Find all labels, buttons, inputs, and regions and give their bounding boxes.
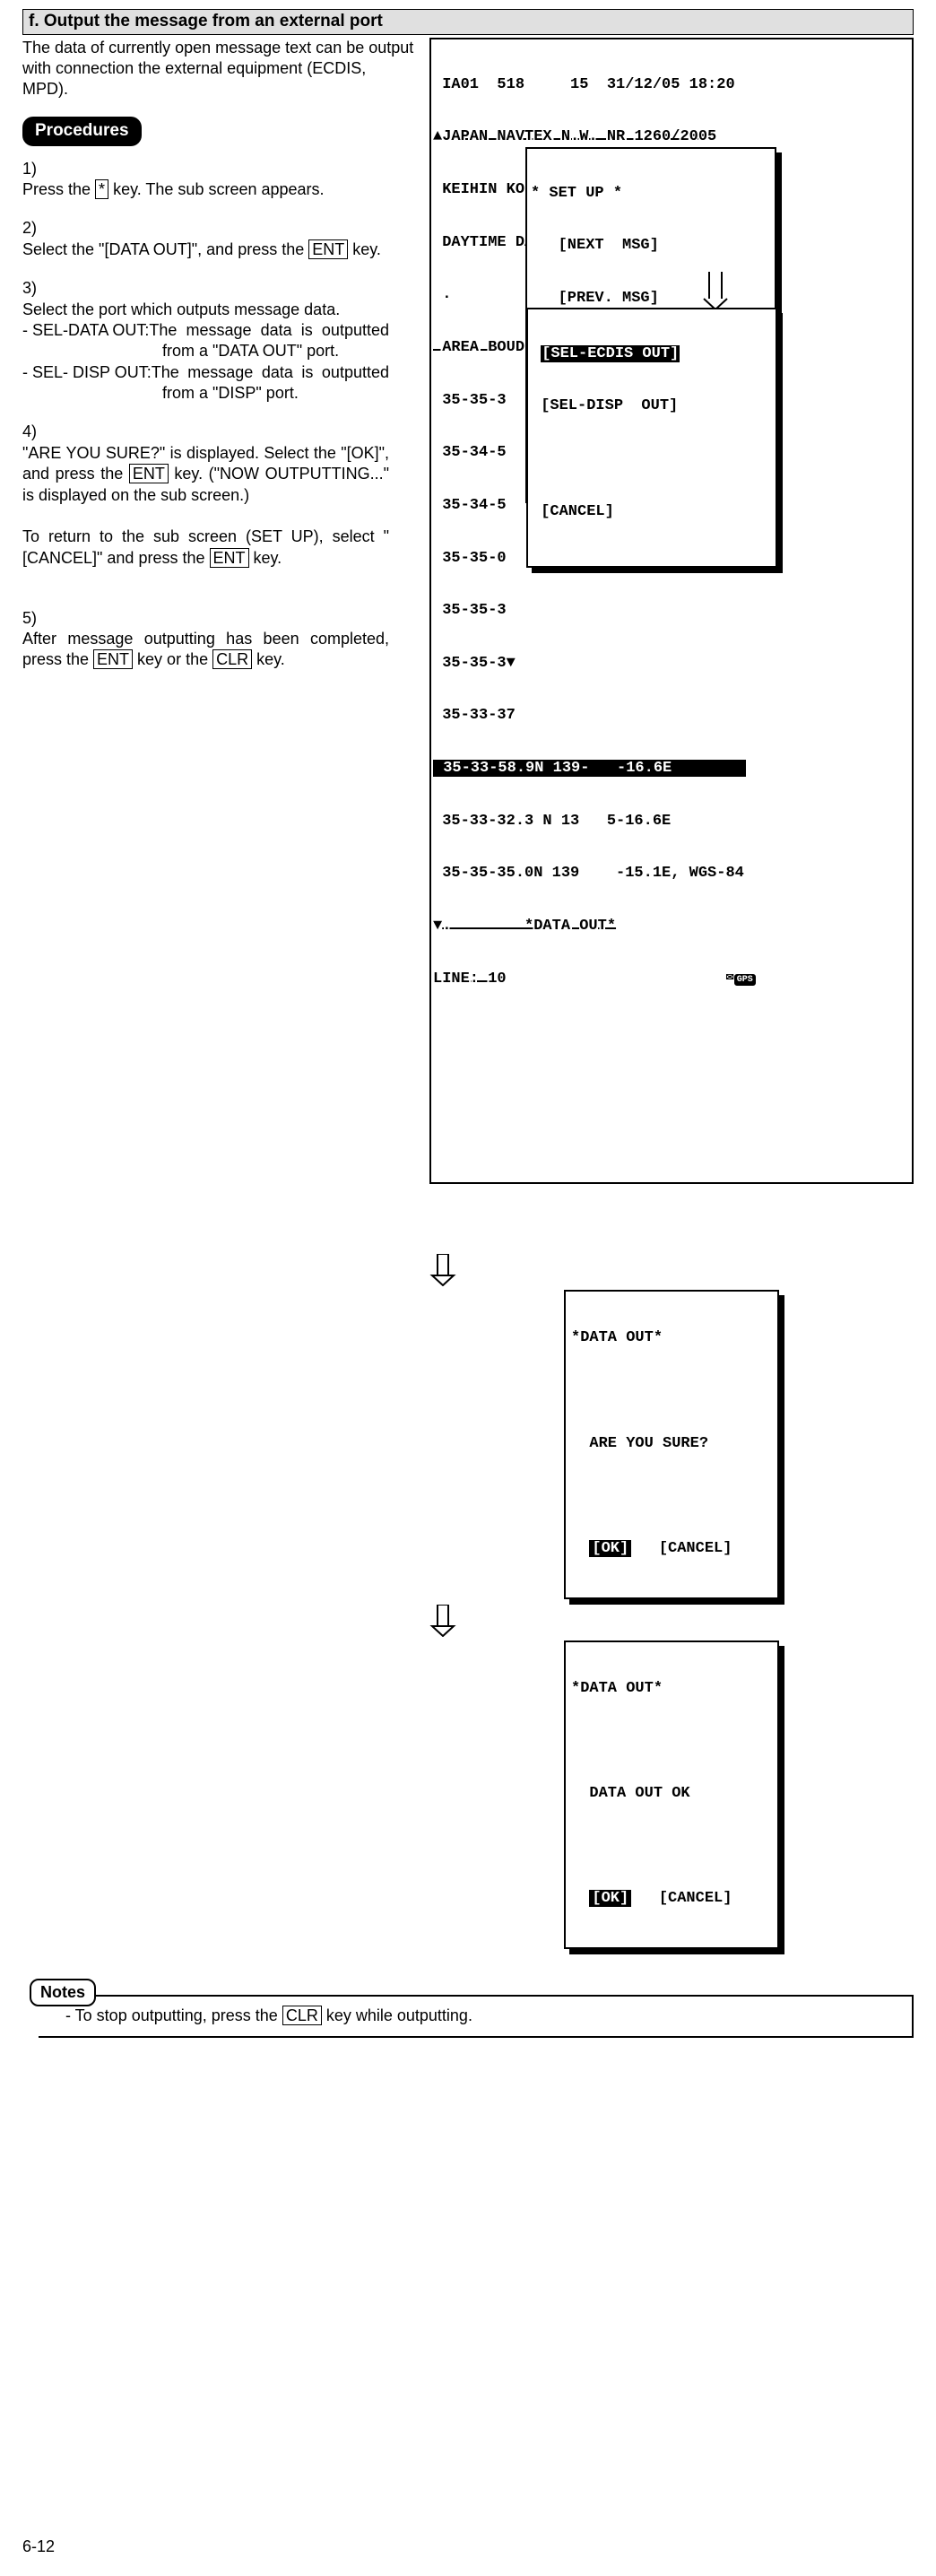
- clr-key-5: CLR: [212, 649, 252, 669]
- coord-7: 35-33-37: [433, 707, 912, 725]
- footer-1: . *DATA OUT*: [442, 918, 616, 935]
- sel-disp-out-text2: from a "DISP" port.: [22, 383, 389, 404]
- intro-text-1: The data of currently open message text …: [22, 38, 416, 58]
- step-5: 5) After message outputting has been com…: [22, 608, 416, 671]
- step-1: 1) Press the * key. The sub screen appea…: [22, 159, 416, 201]
- dialog2-title: *DATA OUT*: [571, 1680, 772, 1698]
- section-header: f. Output the message from an external p…: [22, 9, 914, 35]
- step-2: 2) Select the "[DATA OUT]", and press th…: [22, 218, 416, 260]
- sel-disp-out-text1: The message data is outputted: [152, 362, 389, 383]
- sel-data-out-label: - SEL-DATA OUT:: [22, 320, 149, 341]
- step-5-num: 5): [22, 608, 46, 629]
- step-4-num: 4): [22, 422, 46, 442]
- footer-spacer: [507, 970, 726, 988]
- step-2-num: 2): [22, 218, 46, 239]
- menu-sel-disp-out[interactable]: [SEL-DISP OUT]: [532, 397, 763, 415]
- notes-section: Notes - To stop outputting, press the CL…: [22, 1967, 914, 2038]
- menu-cancel[interactable]: [CANCEL]: [532, 503, 763, 521]
- step-3: 3) Select the port which outputs message…: [22, 278, 416, 404]
- step-2-pre: Select the "[DATA OUT]", and press the: [22, 240, 308, 258]
- msg-line-1: JAPAN NAVTEX N.W. NR 1260/2005: [442, 128, 716, 145]
- scroll-down-icon: ▼: [433, 918, 442, 935]
- step-2-post: key.: [348, 240, 381, 258]
- spacer: [532, 450, 763, 468]
- spacer: [571, 1487, 772, 1505]
- sel-data-out-text2: from a "DATA OUT" port.: [22, 341, 389, 361]
- arrow-down-icon-3: [429, 1605, 914, 1637]
- menu-sel-ecdis-out[interactable]: [SEL-ECDIS OUT]: [532, 345, 763, 363]
- confirm-dialog: *DATA OUT* ARE YOU SURE? [OK] [CANCEL]: [564, 1290, 779, 1598]
- coord-10: 35-35-35.0N 139 -15.1E, WGS-84: [433, 865, 912, 883]
- menu-next-msg[interactable]: [NEXT MSG]: [531, 237, 762, 255]
- intro-text-2: with connection the external equipment (…: [22, 58, 416, 100]
- ent-key-4b: ENT: [210, 548, 249, 568]
- cancel-button-2[interactable]: [CANCEL]: [659, 1890, 732, 1907]
- setup-title: * SET UP *: [531, 185, 762, 203]
- dataout-popup: [SEL-ECDIS OUT] [SEL-DISP OUT] [CANCEL]: [526, 308, 777, 569]
- clr-key-notes: CLR: [282, 2006, 322, 2025]
- coord-5: 35-35-3: [433, 602, 912, 620]
- notes-pre: - To stop outputting, press the: [65, 2006, 282, 2024]
- coord-8-highlighted: 35-33-58.9N 139- -16.6E: [433, 760, 746, 777]
- step-4b-pre: To return to the sub screen (SET UP), se…: [22, 527, 389, 566]
- ok-button[interactable]: [OK]: [589, 1540, 631, 1557]
- ent-key-4a: ENT: [129, 464, 169, 483]
- step-3-num: 3): [22, 278, 46, 299]
- screen-header: IA01 518 15 31/12/05 18:20: [433, 76, 912, 94]
- page-number: 6-12: [22, 2537, 55, 2557]
- ent-key: ENT: [308, 239, 348, 259]
- step-5-post: key.: [252, 650, 285, 668]
- spacer: [571, 1838, 772, 1856]
- dialog2-msg: DATA OUT OK: [571, 1785, 772, 1803]
- step-3-a: Select the port which outputs message da…: [22, 300, 340, 318]
- mail-icon: ✉: [725, 973, 733, 985]
- section-title: f. Output the message from an external p…: [29, 12, 383, 30]
- dialog1-msg: ARE YOU SURE?: [571, 1435, 772, 1453]
- step-5-mid: key or the: [133, 650, 212, 668]
- main-screen: IA01 518 15 31/12/05 18:20 ▲JAPAN NAVTEX…: [429, 38, 914, 1185]
- step-1-num: 1): [22, 159, 46, 179]
- notes-post: key while outputting.: [322, 2006, 472, 2024]
- spacer: [571, 1382, 772, 1400]
- step-1-post: key. The sub screen appears.: [108, 180, 324, 198]
- arrow-down-icon-2: [429, 1254, 914, 1286]
- ent-key-5: ENT: [93, 649, 133, 669]
- step-4b-post: key.: [249, 549, 282, 567]
- ok-button-2[interactable]: [OK]: [589, 1890, 631, 1907]
- notes-label: Notes: [30, 1979, 96, 2006]
- procedures-label: Procedures: [22, 117, 142, 146]
- coord-6: 35-35-3▼: [433, 655, 912, 673]
- sel-data-out-text1: The message data is outputted: [149, 320, 389, 341]
- step-4: 4) "ARE YOU SURE?" is displayed. Select …: [22, 422, 416, 569]
- scroll-down-marker-icon: ▼: [507, 655, 516, 672]
- arrow-down-icon: [628, 255, 729, 332]
- coord-9: 35-33-32.3 N 13 5-16.6E: [433, 813, 912, 831]
- gps-indicator: GPS: [734, 974, 756, 987]
- result-dialog: *DATA OUT* DATA OUT OK [OK] [CANCEL]: [564, 1640, 779, 1949]
- step-1-pre: Press the: [22, 180, 95, 198]
- cancel-button[interactable]: [CANCEL]: [659, 1540, 732, 1557]
- scroll-up-icon: ▲: [433, 128, 442, 145]
- asterisk-key: *: [95, 179, 108, 199]
- sel-disp-out-label: - SEL- DISP OUT:: [22, 362, 152, 383]
- dialog1-title: *DATA OUT*: [571, 1329, 772, 1347]
- spacer: [571, 1732, 772, 1750]
- footer-2a: LINE: 10: [433, 970, 507, 988]
